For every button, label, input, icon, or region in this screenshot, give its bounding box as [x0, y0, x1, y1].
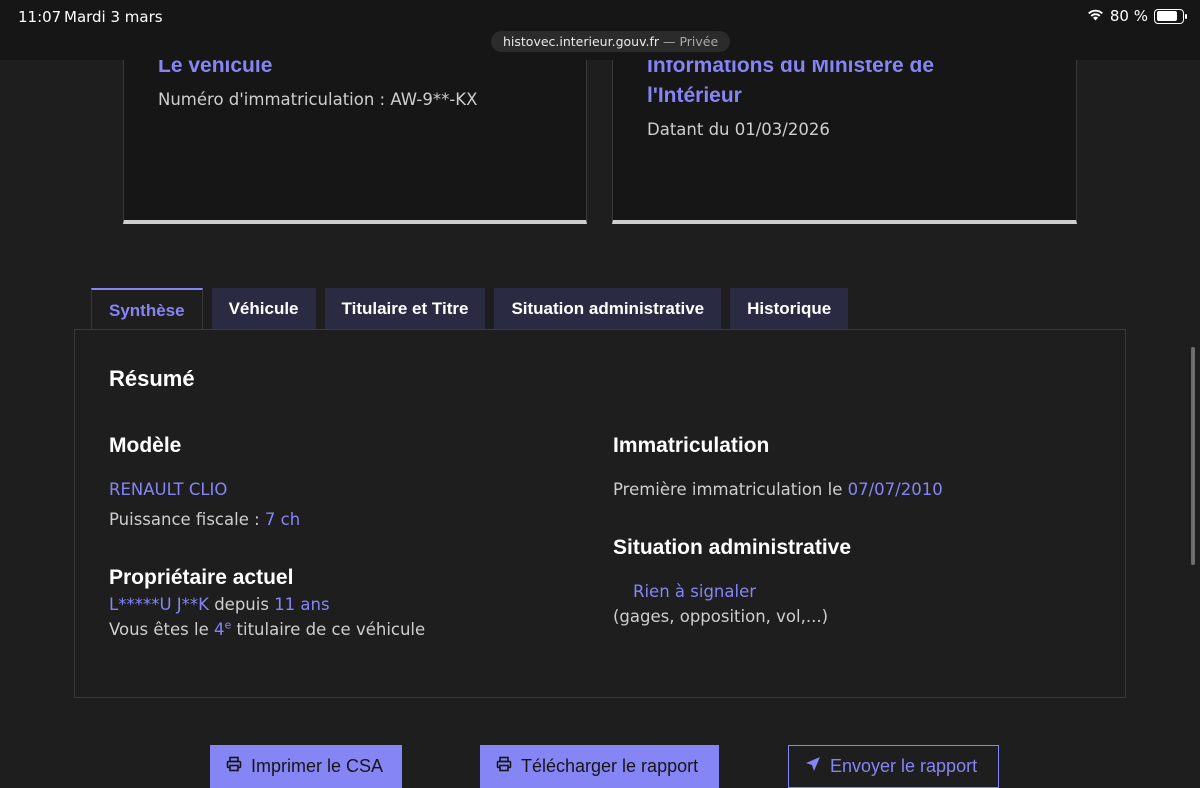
send-icon: [805, 756, 821, 777]
admin-heading: Situation administrative: [613, 536, 852, 559]
owner-since-value: 11 ans: [274, 595, 330, 614]
status-right: 80 %: [1087, 7, 1187, 25]
registration-heading: Immatriculation: [613, 434, 770, 457]
owner-line: L*****U J**K depuis 11 ans: [109, 595, 330, 614]
admin-status: Rien à signaler: [633, 582, 757, 601]
vehicle-card: Le véhicule Numéro d'immatriculation : A…: [123, 48, 587, 224]
model-heading: Modèle: [109, 434, 182, 457]
tab-synthese[interactable]: Synthèse: [91, 288, 203, 331]
first-registration: Première immatriculation le 07/07/2010: [613, 480, 943, 499]
tab-situation-administrative[interactable]: Situation administrative: [494, 288, 722, 329]
send-report-button[interactable]: Envoyer le rapport: [788, 745, 999, 788]
status-date: Mardi 3 mars: [64, 8, 163, 26]
owner-name: L*****U J**K: [109, 595, 209, 614]
url-text: histovec.interieur.gouv.fr: [503, 34, 660, 49]
ministry-card: Informations du Ministère de l'Intérieur…: [612, 48, 1077, 224]
report-tabs: Synthèse Véhicule Titulaire et Titre Sit…: [91, 288, 849, 331]
model-name: RENAULT CLIO: [109, 480, 228, 499]
print-csa-button[interactable]: Imprimer le CSA: [210, 745, 402, 788]
fiscal-power: Puissance fiscale : 7 ch: [109, 510, 300, 529]
status-time: 11:07: [18, 8, 62, 26]
scrollbar[interactable]: [1191, 347, 1195, 565]
download-report-button[interactable]: Télécharger le rapport: [480, 745, 719, 788]
printer-icon: [496, 756, 512, 777]
owner-heading: Propriétaire actuel: [109, 566, 294, 589]
battery-icon: [1154, 8, 1187, 24]
owner-since-label: depuis: [208, 595, 275, 614]
battery-percent: 80 %: [1109, 7, 1148, 25]
tab-historique[interactable]: Historique: [730, 288, 849, 329]
summary-panel: Résumé Modèle RENAULT CLIO Puissance fis…: [74, 329, 1126, 698]
download-report-label: Télécharger le rapport: [521, 756, 699, 776]
send-report-label: Envoyer le rapport: [830, 756, 978, 776]
first-registration-label: Première immatriculation le: [613, 480, 848, 499]
owner-rank-number: 4e: [214, 618, 232, 640]
print-csa-label: Imprimer le CSA: [251, 756, 384, 776]
admin-note: (gages, opposition, vol,...): [613, 607, 829, 626]
report-date: Datant du 01/03/2026: [647, 120, 830, 139]
owner-rank: Vous êtes le 4e titulaire de ce véhicule: [109, 618, 426, 640]
ministry-card-title-line2: l'Intérieur: [647, 84, 742, 107]
first-registration-date: 07/07/2010: [847, 480, 943, 499]
owner-rank-suffix: titulaire de ce véhicule: [231, 620, 426, 639]
fiscal-power-value: 7 ch: [264, 510, 301, 529]
tab-titulaire[interactable]: Titulaire et Titre: [324, 288, 486, 329]
url-bar[interactable]: histovec.interieur.gouv.fr — Privée: [491, 31, 731, 52]
wifi-icon: [1087, 7, 1104, 25]
plate-number: Numéro d'immatriculation : AW-9**-KX: [158, 90, 478, 109]
fiscal-power-label: Puissance fiscale :: [109, 510, 265, 529]
tab-vehicule[interactable]: Véhicule: [211, 288, 316, 329]
summary-title: Résumé: [109, 366, 195, 391]
owner-rank-prefix: Vous êtes le: [109, 620, 214, 639]
printer-icon: [226, 756, 242, 777]
private-mode-label: — Privée: [663, 34, 719, 49]
status-bar: 11:07 Mardi 3 mars 80 % histovec.interie…: [0, 0, 1200, 60]
